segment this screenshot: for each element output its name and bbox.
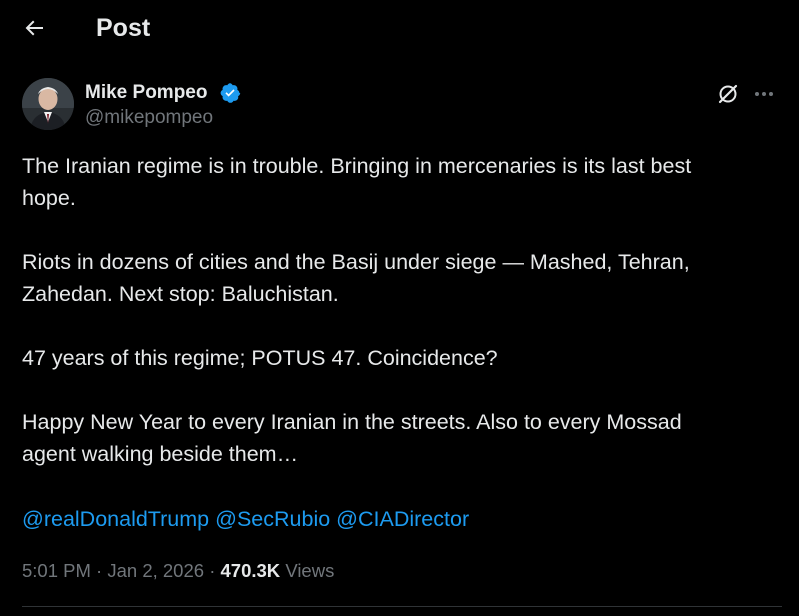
- tweet-text: The Iranian regime is in trouble. Bringi…: [22, 150, 782, 502]
- divider: [22, 606, 782, 607]
- verified-badge-icon: [219, 82, 241, 104]
- arrow-left-icon: [25, 20, 43, 36]
- more-options-button[interactable]: [750, 80, 778, 108]
- meta-separator: ·: [209, 560, 216, 581]
- post-time-link[interactable]: 5:01 PM: [22, 560, 91, 581]
- views-count: 470.3K: [220, 560, 281, 581]
- tweet-paragraph: The Iranian regime is in trouble. Bringi…: [22, 154, 692, 210]
- tweet-paragraph: Riots in dozens of cities and the Basij …: [22, 250, 690, 306]
- views-label: Views: [285, 560, 335, 581]
- top-bar: Post: [0, 0, 799, 56]
- grok-icon: [718, 84, 738, 104]
- back-button[interactable]: [16, 10, 52, 46]
- tweet-meta: 5:01 PM · Jan 2, 2026 · 470.3K Views: [22, 557, 334, 585]
- avatar-photo: [22, 78, 74, 130]
- tweet-paragraph: 47 years of this regime; POTUS 47. Coinc…: [22, 346, 498, 370]
- post-date-link[interactable]: Jan 2, 2026: [107, 560, 204, 581]
- more-horizontal-icon: [755, 92, 773, 96]
- author-row: Mike Pompeo @mikepompeo: [22, 78, 782, 134]
- grok-button[interactable]: [714, 80, 742, 108]
- meta-separator: ·: [96, 560, 103, 581]
- mention-link-realdonaldtrump[interactable]: @realDonaldTrump: [22, 507, 209, 531]
- tweet-mentions: @realDonaldTrump @SecRubio @CIADirector: [22, 503, 469, 535]
- mention-link-secrubio[interactable]: @SecRubio: [215, 507, 330, 531]
- author-name[interactable]: Mike Pompeo: [85, 81, 207, 105]
- author-handle[interactable]: @mikepompeo: [85, 106, 213, 130]
- page-title: Post: [96, 14, 151, 42]
- avatar[interactable]: [22, 78, 74, 130]
- mention-link-ciadirector[interactable]: @CIADirector: [336, 507, 469, 531]
- tweet-paragraph: Happy New Year to every Iranian in the s…: [22, 410, 682, 466]
